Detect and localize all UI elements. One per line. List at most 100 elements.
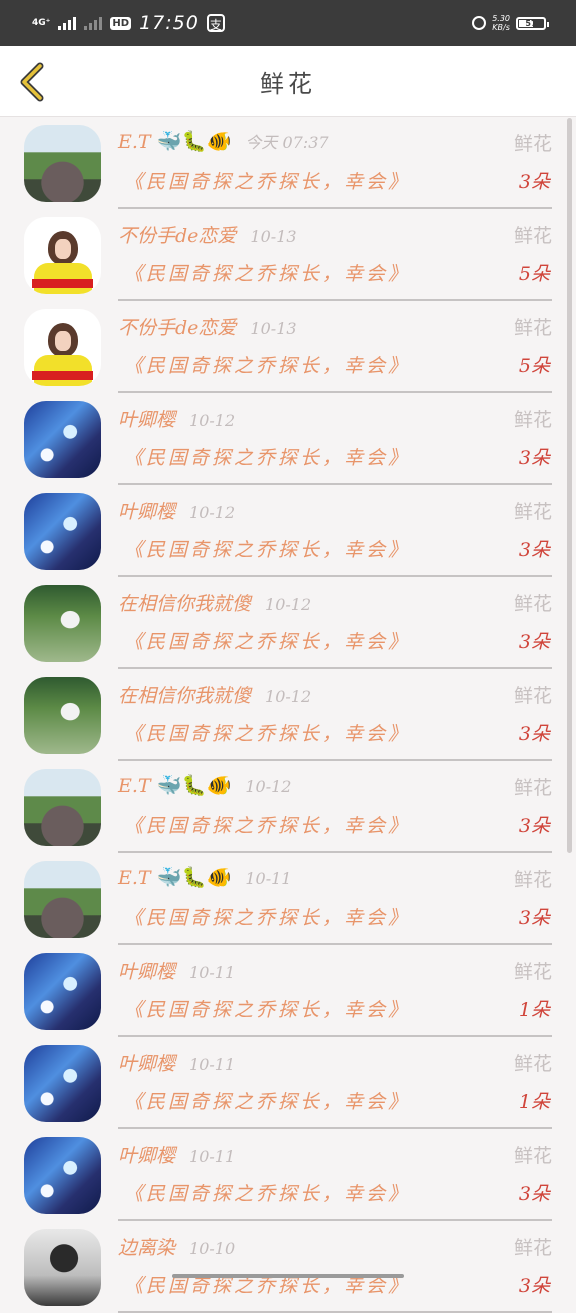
timestamp: 10-13	[250, 227, 297, 246]
user-name[interactable]: E.T 🐳🐛🐠 今天 07:37	[118, 129, 329, 153]
avatar[interactable]	[24, 1045, 101, 1122]
flower-count: 3朵	[518, 907, 550, 929]
book-title[interactable]: 《民国奇探之乔探长，幸会》	[124, 903, 410, 930]
signal-2-icon	[84, 16, 103, 30]
flower-count: 3朵	[518, 815, 550, 837]
status-bar: 4G⁺ HD 17:50 支 5.30 KB/s 57	[0, 0, 576, 46]
timestamp: 10-11	[189, 963, 236, 982]
avatar[interactable]	[24, 401, 101, 478]
timestamp: 10-12	[265, 687, 312, 706]
timestamp: 10-12	[189, 411, 236, 430]
list-item[interactable]: 在相信你我就傻 10-12 鲜花 《民国奇探之乔探长，幸会》 3朵	[0, 577, 576, 669]
network-type: 4G⁺	[32, 17, 51, 28]
gift-type: 鲜花	[513, 317, 552, 339]
book-title[interactable]: 《民国奇探之乔探长，幸会》	[124, 259, 410, 286]
flower-count: 3朵	[518, 1275, 550, 1297]
emoji-badges: 🐳🐛🐠	[156, 865, 232, 889]
user-name[interactable]: 叶卿樱 10-11	[118, 957, 235, 984]
timestamp: 10-12	[189, 503, 236, 522]
app-header: 鲜花	[0, 46, 576, 117]
book-title[interactable]: 《民国奇探之乔探长，幸会》	[124, 535, 410, 562]
signal-icon	[58, 16, 77, 30]
book-title[interactable]: 《民国奇探之乔探长，幸会》	[124, 167, 410, 194]
flower-count: 3朵	[518, 539, 550, 561]
user-name[interactable]: 在相信你我就傻 10-12	[118, 589, 311, 616]
user-name[interactable]: 边离染 10-10	[118, 1233, 235, 1260]
net-speed: 5.30 KB/s	[492, 14, 510, 32]
clock: 17:50	[139, 12, 199, 34]
user-name[interactable]: 叶卿樱 10-12	[118, 497, 235, 524]
gift-type: 鲜花	[513, 961, 552, 983]
list-item[interactable]: 不份手de恋爱 10-13 鲜花 《民国奇探之乔探长，幸会》 5朵	[0, 209, 576, 301]
list-item[interactable]: 叶卿樱 10-11 鲜花《民国奇探之乔探长，幸会》 1朵	[0, 945, 576, 1037]
avatar[interactable]	[24, 953, 101, 1030]
user-name[interactable]: 叶卿樱 10-12	[118, 405, 235, 432]
list-item[interactable]: E.T 🐳🐛🐠 今天 07:37 鲜花 《民国奇探之乔探长，幸会》 3朵	[0, 117, 576, 209]
gift-type: 鲜花	[513, 1053, 552, 1075]
book-title[interactable]: 《民国奇探之乔探长，幸会》	[124, 995, 410, 1022]
timestamp: 今天 07:37	[245, 133, 329, 152]
gift-type: 鲜花	[513, 501, 552, 523]
avatar[interactable]	[24, 309, 101, 386]
list-item[interactable]: 不份手de恋爱 10-13 鲜花《民国奇探之乔探长，幸会》 5朵	[0, 301, 576, 393]
list-item[interactable]: 叶卿樱 10-11 鲜花 《民国奇探之乔探长，幸会》 1朵	[0, 1037, 576, 1129]
alipay-icon: 支	[206, 14, 225, 32]
avatar[interactable]	[24, 1229, 101, 1306]
flower-count: 1朵	[518, 999, 550, 1021]
gift-type: 鲜花	[513, 869, 552, 891]
list-item[interactable]: 叶卿樱 10-11 鲜花 《民国奇探之乔探长，幸会》 3朵	[0, 1129, 576, 1221]
list-item[interactable]: 在相信你我就傻 10-12 鲜花《民国奇探之乔探长，幸会》 3朵	[0, 669, 576, 761]
avatar[interactable]	[24, 125, 101, 202]
hd-icon: HD	[110, 16, 132, 30]
list-item[interactable]: 叶卿樱 10-12 鲜花《民国奇探之乔探长，幸会》 3朵	[0, 485, 576, 577]
net-speed-value: 5.30	[492, 14, 510, 23]
flower-list: E.T 🐳🐛🐠 今天 07:37 鲜花 《民国奇探之乔探长，幸会》 3朵 不份手de恋爱 1…	[0, 117, 576, 1313]
book-title[interactable]: 《民国奇探之乔探长，幸会》	[124, 351, 410, 378]
net-speed-unit: KB/s	[492, 23, 510, 32]
user-name[interactable]: E.T 🐳🐛🐠 10-11	[118, 865, 291, 889]
user-name[interactable]: 在相信你我就傻 10-12	[118, 681, 311, 708]
avatar[interactable]	[24, 493, 101, 570]
user-name[interactable]: 叶卿樱 10-11	[118, 1141, 235, 1168]
book-title[interactable]: 《民国奇探之乔探长，幸会》	[124, 719, 410, 746]
user-name[interactable]: 不份手de恋爱 10-13	[118, 221, 297, 248]
user-name[interactable]: 叶卿樱 10-11	[118, 1049, 235, 1076]
list-item[interactable]: E.T 🐳🐛🐠 10-12 鲜花 《民国奇探之乔探长，幸会》 3朵	[0, 761, 576, 853]
flower-count: 3朵	[518, 171, 550, 193]
emoji-badges: 🐳🐛🐠	[156, 129, 232, 153]
user-name[interactable]: E.T 🐳🐛🐠 10-12	[118, 773, 291, 797]
avatar[interactable]	[24, 585, 101, 662]
timestamp: 10-13	[250, 319, 297, 338]
avatar[interactable]	[24, 769, 101, 846]
status-left: 4G⁺ HD 17:50 支	[32, 10, 225, 36]
list-item[interactable]: 边离染 10-10 鲜花 《民国奇探之乔探长，幸会》 3朵	[0, 1221, 576, 1313]
gift-type: 鲜花	[513, 225, 552, 247]
gift-type: 鲜花	[513, 593, 552, 615]
emoji-badges: 🐳🐛🐠	[156, 773, 232, 797]
book-title[interactable]: 《民国奇探之乔探长，幸会》	[124, 1087, 410, 1114]
book-title[interactable]: 《民国奇探之乔探长，幸会》	[124, 1179, 410, 1206]
flower-count: 3朵	[518, 723, 550, 745]
book-title[interactable]: 《民国奇探之乔探长，幸会》	[124, 443, 410, 470]
home-indicator[interactable]	[172, 1274, 404, 1278]
user-name[interactable]: 不份手de恋爱 10-13	[118, 313, 297, 340]
flower-count: 5朵	[518, 355, 550, 377]
timestamp: 10-12	[265, 595, 312, 614]
timestamp: 10-12	[245, 777, 292, 796]
timestamp: 10-11	[189, 1055, 236, 1074]
flower-count: 3朵	[518, 447, 550, 469]
gift-type: 鲜花	[513, 1237, 552, 1259]
book-title[interactable]: 《民国奇探之乔探长，幸会》	[124, 627, 410, 654]
gift-type: 鲜花	[513, 1145, 552, 1167]
timestamp: 10-11	[245, 869, 292, 888]
avatar[interactable]	[24, 1137, 101, 1214]
list-item[interactable]: 叶卿樱 10-12 鲜花 《民国奇探之乔探长，幸会》 3朵	[0, 393, 576, 485]
book-title[interactable]: 《民国奇探之乔探长，幸会》	[124, 811, 410, 838]
timestamp: 10-10	[189, 1239, 236, 1258]
list-item[interactable]: E.T 🐳🐛🐠 10-11 鲜花 《民国奇探之乔探长，幸会》 3朵	[0, 853, 576, 945]
avatar[interactable]	[24, 217, 101, 294]
avatar[interactable]	[24, 677, 101, 754]
avatar[interactable]	[24, 861, 101, 938]
gift-type: 鲜花	[513, 685, 552, 707]
scrollbar[interactable]	[567, 118, 572, 853]
